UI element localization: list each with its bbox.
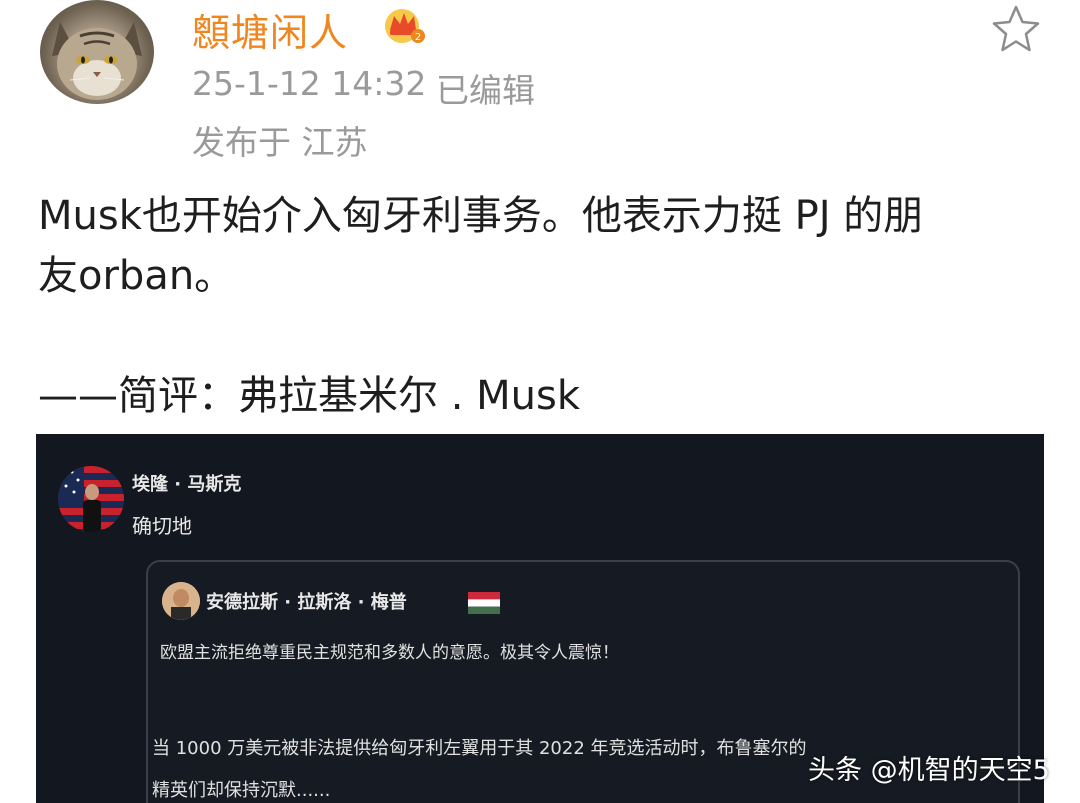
post-line-1: Musk也开始介入匈牙利事务。他表示力挺 PJ 的朋 bbox=[38, 193, 924, 239]
author-name[interactable]: 顖塘闲人 bbox=[192, 2, 348, 57]
quote-author-avatar bbox=[162, 582, 200, 620]
svg-text:2: 2 bbox=[415, 32, 421, 43]
source-watermark: 头条 @机智的天空5 bbox=[808, 755, 1050, 786]
embed-author-avatar bbox=[58, 466, 124, 532]
star-icon bbox=[992, 5, 1040, 52]
favorite-star-button[interactable] bbox=[990, 4, 1042, 54]
post-comment: ——简评：弗拉基米尔 . Musk bbox=[38, 373, 581, 419]
hungary-flag-icon bbox=[468, 592, 500, 614]
author-avatar[interactable] bbox=[40, 0, 154, 104]
embed-author-name: 埃隆 · 马斯克 bbox=[132, 474, 242, 495]
quote-text-line-3: 精英们却保持沉默...... bbox=[152, 780, 331, 801]
quote-text-line-2: 当 1000 万美元被非法提供给匈牙利左翼用于其 2022 年竞选活动时，布鲁塞… bbox=[152, 738, 807, 759]
post-timestamp: 25-1-12 14:32 bbox=[192, 64, 427, 103]
edited-label: 已编辑 bbox=[436, 71, 535, 110]
post-location: 发布于 江苏 bbox=[192, 123, 368, 162]
cat-avatar-image bbox=[52, 22, 142, 100]
quote-author-name: 安德拉斯 · 拉斯洛 · 梅普 bbox=[206, 592, 407, 613]
crown-badge-icon[interactable]: 2 bbox=[382, 4, 426, 44]
post-body: Musk也开始介入匈牙利事务。他表示力挺 PJ 的朋 友orban。 bbox=[38, 186, 1048, 306]
post-line-2: 友orban。 bbox=[38, 253, 235, 299]
embed-reply-text: 确切地 bbox=[132, 514, 192, 538]
quote-text-line-1: 欧盟主流拒绝尊重民主规范和多数人的意愿。极其令人震惊！ bbox=[160, 643, 619, 663]
